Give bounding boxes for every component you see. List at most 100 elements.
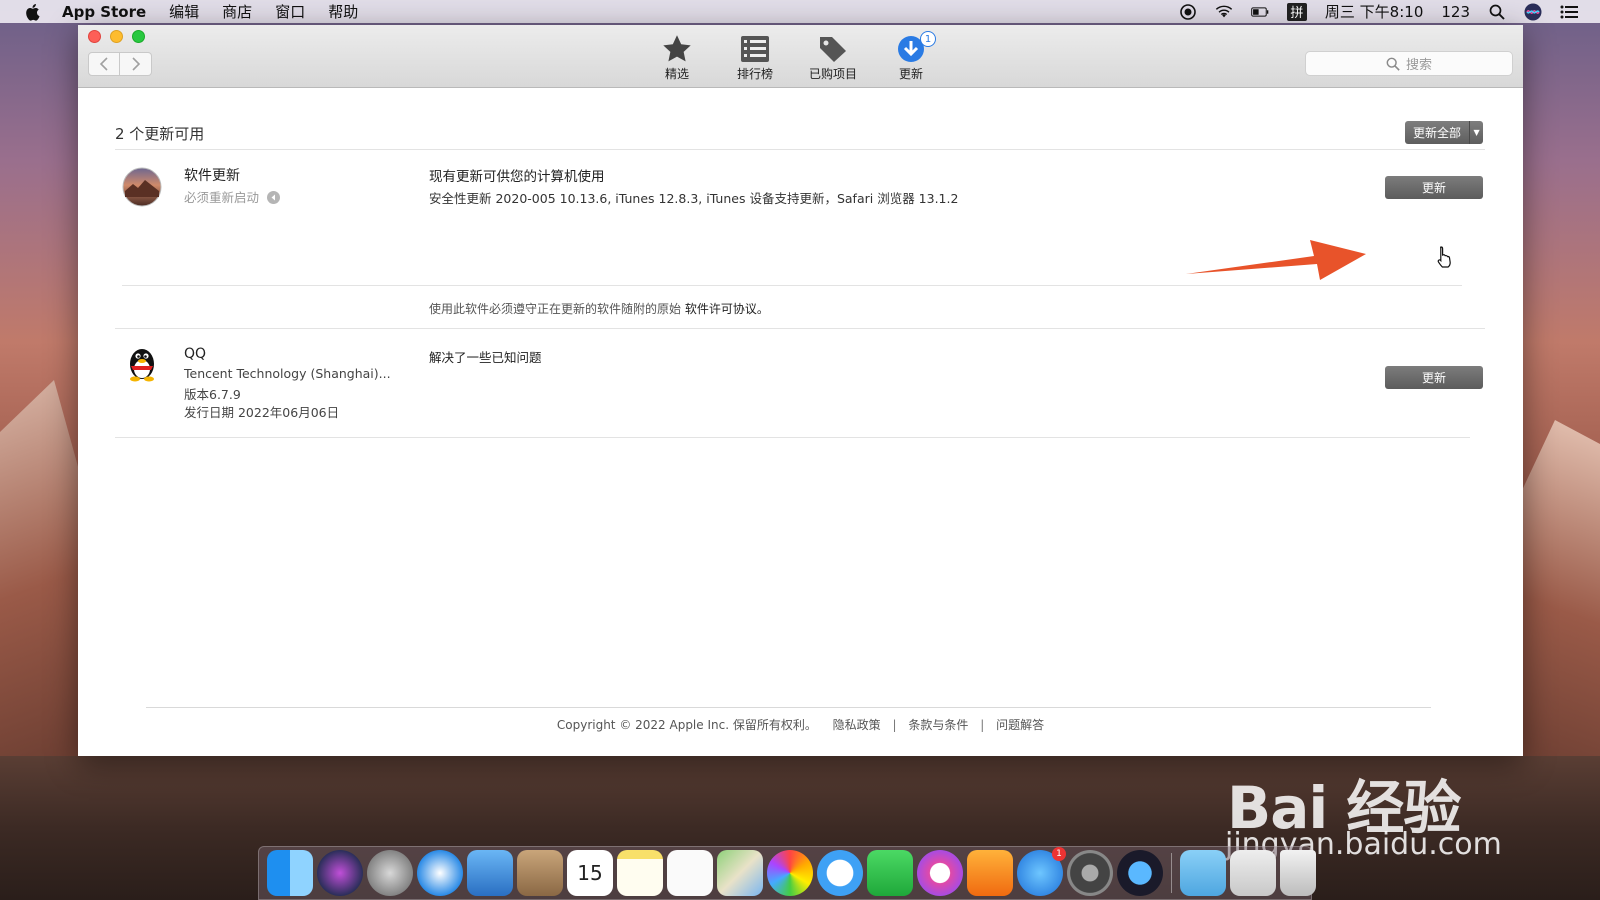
tab-top-charts-label: 排行榜 — [736, 67, 773, 81]
reminders-icon[interactable] — [667, 850, 713, 896]
calendar-day: 15 — [577, 861, 603, 885]
baidu-paw-icon — [1325, 727, 1371, 755]
footer-copyright: Copyright © 2022 Apple Inc. 保留所有权利。 — [556, 718, 817, 732]
tab-updates[interactable]: 1 更新 — [872, 31, 950, 82]
divider — [115, 328, 1485, 329]
minimize-window-button[interactable] — [110, 30, 123, 43]
maps-icon[interactable] — [717, 850, 763, 896]
red-arrow-annotation — [1186, 240, 1366, 280]
app-name-software-update: 软件更新 — [184, 168, 240, 184]
license-agreement-link[interactable]: 软件许可协议。 — [685, 302, 769, 316]
tab-purchased[interactable]: 已购项目 — [794, 33, 872, 82]
chevron-down-icon[interactable]: ▼ — [1469, 121, 1483, 144]
siri-icon[interactable] — [317, 850, 363, 896]
terms-link[interactable]: 条款与条件 — [908, 718, 968, 732]
menu-help[interactable]: 帮助 — [328, 1, 358, 22]
documents-icon[interactable] — [1230, 850, 1276, 896]
facetime-icon[interactable] — [867, 850, 913, 896]
search-icon — [1386, 57, 1400, 71]
tab-updates-label: 更新 — [898, 67, 923, 81]
tab-featured[interactable]: 精选 — [638, 33, 716, 82]
chevron-left-icon — [99, 57, 108, 71]
macos-high-sierra-icon — [122, 167, 162, 207]
divider — [115, 437, 1470, 438]
tag-icon — [820, 37, 846, 62]
forward-button[interactable] — [120, 52, 152, 76]
appstore-icon[interactable]: 1 — [1017, 847, 1066, 896]
updates-count-title: 2 个更新可用 — [115, 125, 205, 143]
faq-link[interactable]: 问题解答 — [996, 718, 1044, 732]
safari-icon[interactable] — [417, 850, 463, 896]
wifi-icon[interactable] — [1215, 3, 1233, 21]
info-arrow-icon[interactable] — [267, 191, 280, 204]
siri-icon[interactable] — [1524, 3, 1542, 21]
update-qq-button[interactable]: 更新 — [1385, 366, 1483, 389]
menu-window[interactable]: 窗口 — [275, 1, 305, 22]
maximize-window-button[interactable] — [132, 30, 145, 43]
messages-icon[interactable] — [817, 850, 863, 896]
menubar-clock[interactable]: 周三 下午8:10 — [1325, 1, 1423, 22]
menu-app-store[interactable]: App Store — [62, 3, 146, 21]
license-prefix: 使用此软件必须遵守正在更新的软件随附的原始 — [429, 302, 685, 316]
notification-center-icon[interactable] — [1560, 3, 1578, 21]
screen-record-icon[interactable] — [1179, 3, 1197, 21]
close-window-button[interactable] — [88, 30, 101, 43]
battery-icon[interactable] — [1251, 3, 1269, 21]
window-titlebar: 精选 排行榜 已购项目 1 更新 搜索 — [78, 25, 1523, 88]
baidu-jingyan-watermark: Bai 经验 jingyan.baidu.com — [1225, 725, 1525, 865]
ibooks-icon[interactable] — [967, 850, 1013, 896]
apple-menu-icon[interactable] — [24, 3, 40, 21]
finder-icon[interactable] — [267, 850, 313, 896]
list-icon — [741, 36, 769, 62]
footer-separator: | — [892, 718, 897, 732]
qq-release-date: 发行日期 2022年06月06日 — [184, 405, 340, 420]
privacy-policy-link[interactable]: 隐私政策 — [833, 718, 881, 732]
qq-developer: Tencent Technology (Shanghai)... — [184, 366, 391, 381]
spotlight-search-icon[interactable] — [1488, 3, 1506, 21]
footer-divider — [146, 707, 1431, 708]
itunes-icon[interactable] — [917, 850, 963, 896]
tab-top-charts[interactable]: 排行榜 — [716, 33, 794, 82]
qq-penguin-icon — [130, 349, 154, 382]
input-method-icon[interactable]: 拼 — [1286, 2, 1307, 21]
search-placeholder: 搜索 — [1405, 58, 1432, 73]
qq-desc-title: 解决了一些已知问题 — [429, 350, 542, 365]
dock: 15 1 — [258, 846, 1316, 900]
menu-bar: App Store 编辑 商店 窗口 帮助 拼 周三 下午8:10 123 — [0, 0, 1600, 23]
chevron-right-icon — [131, 57, 140, 71]
footer-separator: | — [980, 718, 985, 732]
notes-icon[interactable] — [617, 850, 663, 896]
downloads-folder-icon[interactable] — [1180, 850, 1226, 896]
quicktime-icon[interactable] — [1117, 850, 1163, 896]
menubar-user[interactable]: 123 — [1441, 3, 1470, 21]
license-notice: 使用此软件必须遵守正在更新的软件随附的原始 软件许可协议。 — [429, 300, 769, 317]
trash-icon[interactable] — [1280, 850, 1316, 896]
restart-required-text: 必须重新启动 — [184, 187, 280, 206]
update-all-label: 更新全部 — [1413, 126, 1462, 140]
updates-badge: 1 — [920, 31, 936, 47]
appstore-badge: 1 — [1052, 847, 1066, 861]
software-update-desc-body: 安全性更新 2020-005 10.13.6, iTunes 12.8.3, i… — [429, 191, 959, 206]
divider — [115, 149, 1485, 150]
star-icon — [663, 35, 691, 62]
update-software-button[interactable]: 更新 — [1385, 176, 1483, 199]
hand-cursor-icon — [1437, 246, 1451, 268]
launchpad-icon[interactable] — [367, 850, 413, 896]
app-name-qq: QQ — [184, 346, 207, 362]
search-input[interactable]: 搜索 — [1305, 51, 1513, 76]
photos-icon[interactable] — [767, 850, 813, 896]
nav-buttons — [88, 52, 152, 76]
calendar-icon[interactable]: 15 — [567, 850, 613, 896]
menu-edit[interactable]: 编辑 — [169, 1, 199, 22]
back-button[interactable] — [88, 52, 120, 76]
system-preferences-icon[interactable] — [1067, 850, 1113, 896]
mail-icon[interactable] — [467, 850, 513, 896]
menu-store[interactable]: 商店 — [222, 1, 252, 22]
updates-content: 2 个更新可用 更新全部 ▼ 软件更新 必须重新启动 现有更新可供您的计算机使用… — [78, 88, 1523, 755]
dock-separator — [1171, 853, 1172, 893]
contacts-icon[interactable] — [517, 850, 563, 896]
update-all-button[interactable]: 更新全部 ▼ — [1405, 121, 1484, 144]
toolbar-tabs: 精选 排行榜 已购项目 1 更新 — [638, 31, 950, 82]
software-update-desc-title: 现有更新可供您的计算机使用 — [429, 169, 605, 185]
divider — [122, 285, 1462, 286]
